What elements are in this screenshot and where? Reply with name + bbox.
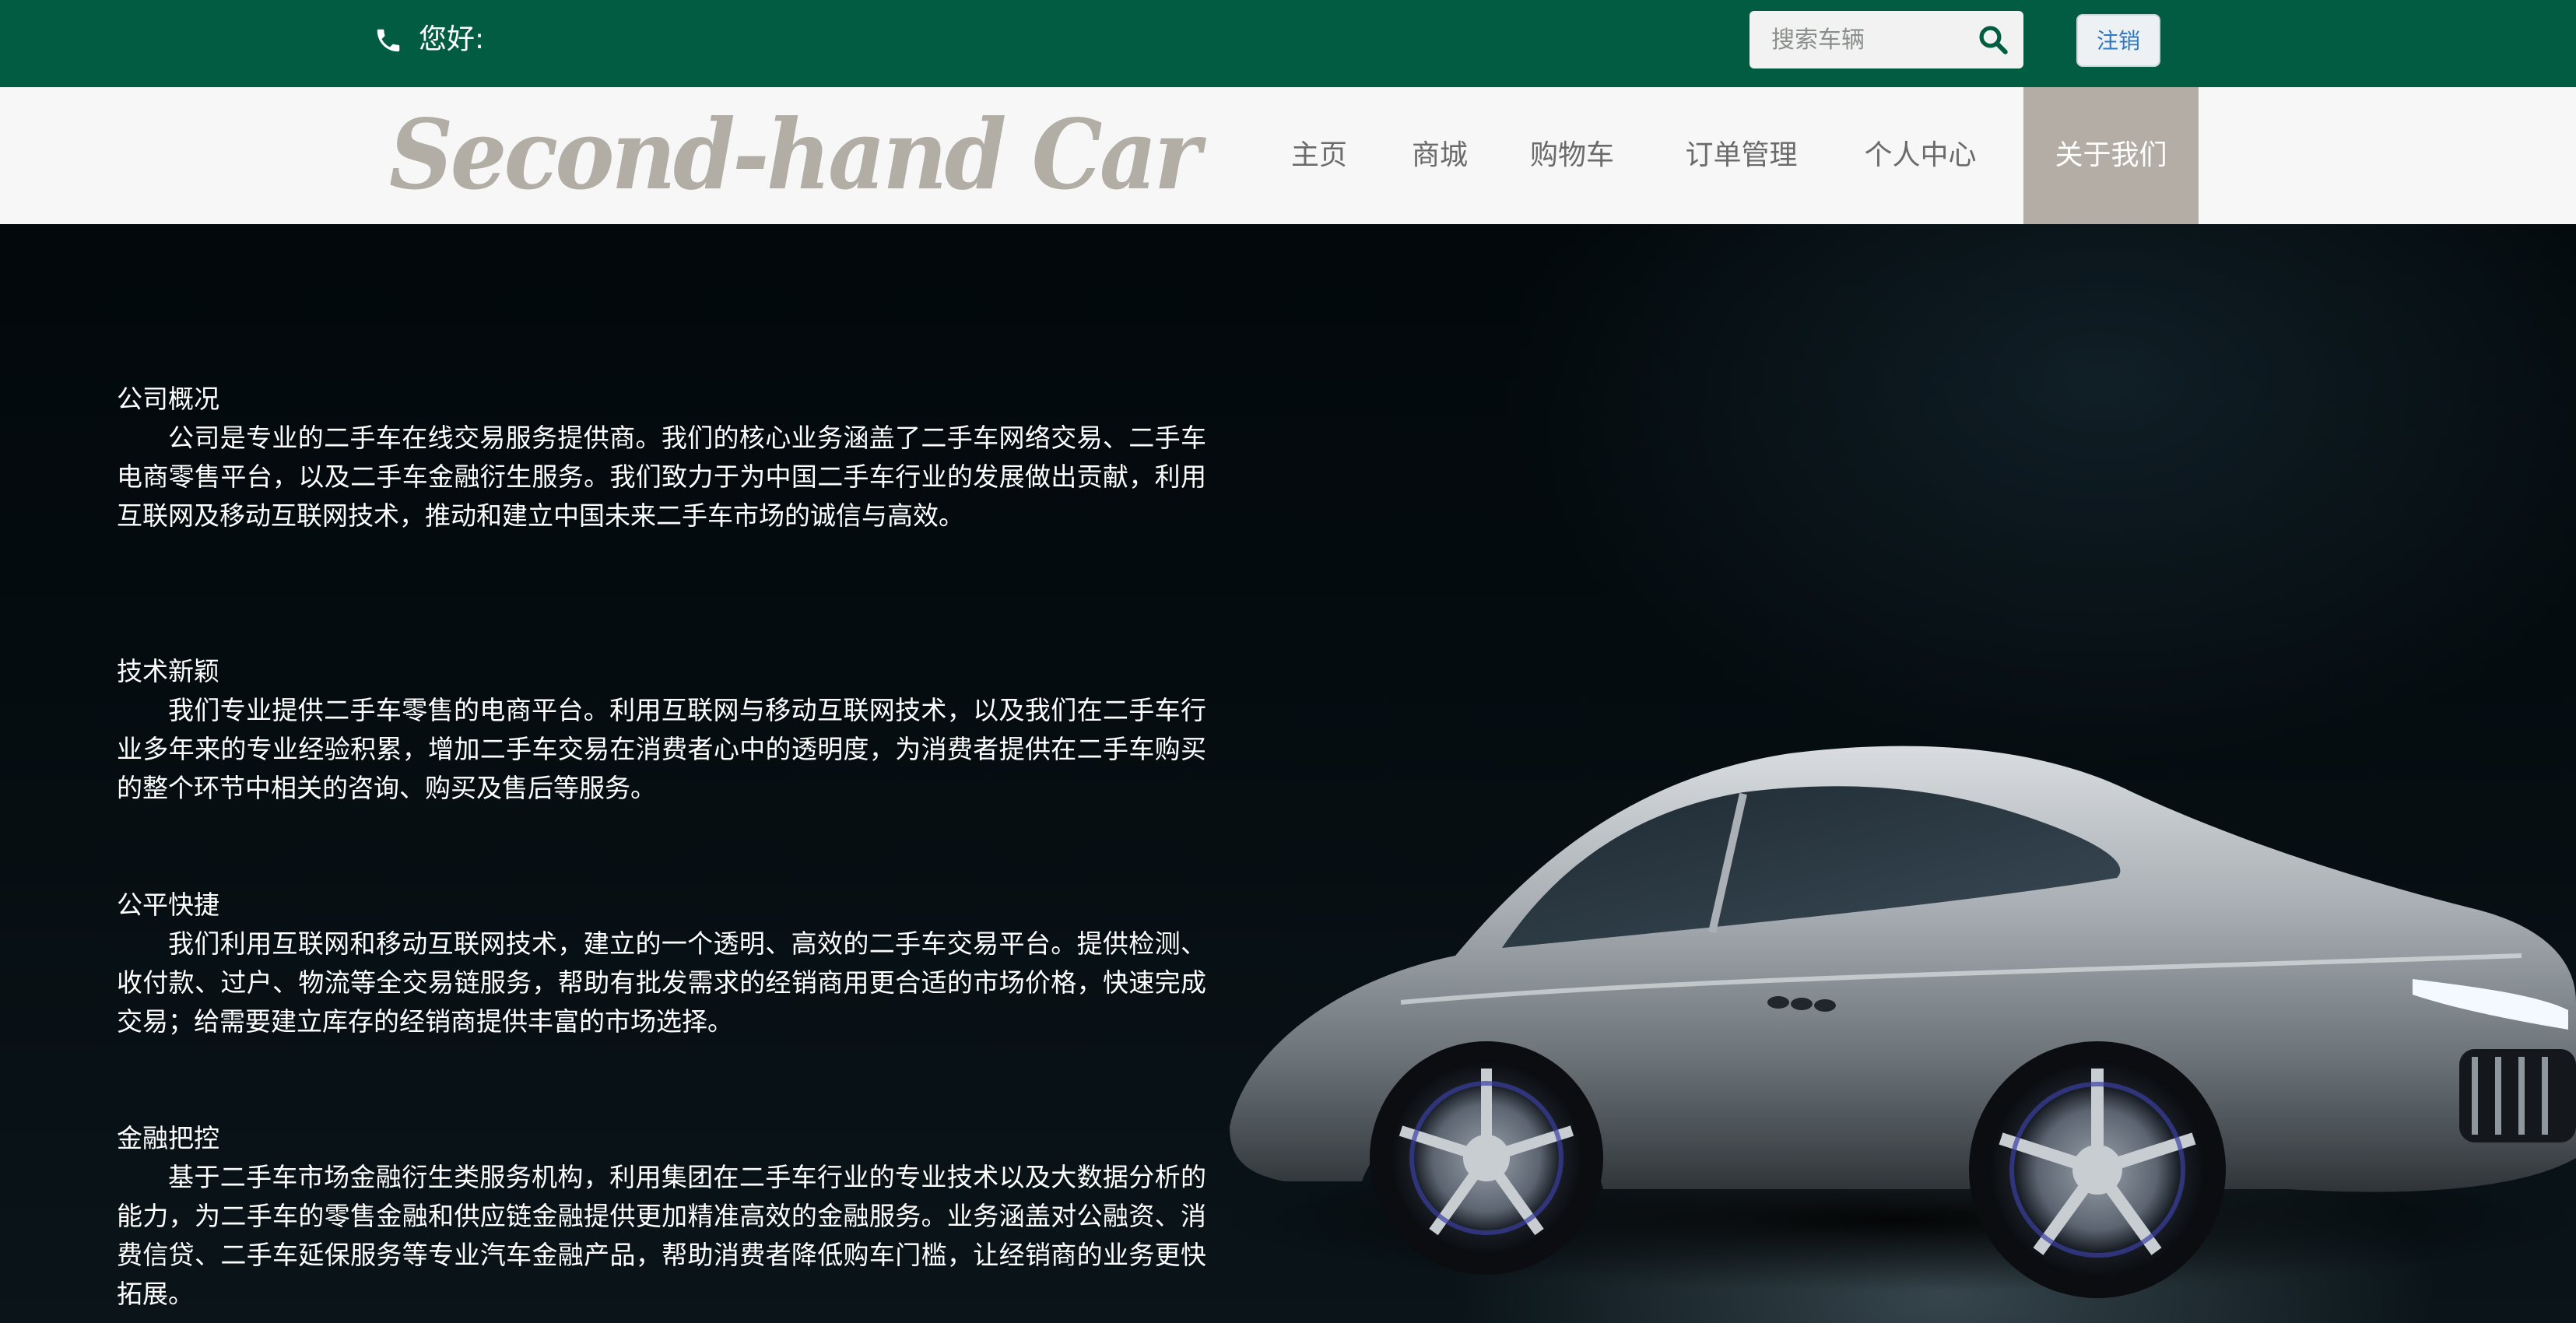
nav-item-cart[interactable]: 购物车 (1502, 87, 1642, 224)
about-section-fairness: 公平快捷 我们利用互联网和移动互联网技术，建立的一个透明、高效的二手车交易平台。… (117, 886, 1206, 1041)
about-section-finance: 金融把控 基于二手车市场金融衍生类服务机构，利用集团在二手车行业的专业技术以及大… (117, 1119, 1206, 1314)
greeting-text: 您好: (419, 23, 485, 55)
section-body: 基于二手车市场金融衍生类服务机构，利用集团在二手车行业的专业技术以及大数据分析的… (117, 1162, 1206, 1309)
about-hero: 公司概况 公司是专业的二手车在线交易服务提供商。我们的核心业务涵盖了二手车网络交… (0, 224, 2576, 1323)
search-box (1750, 11, 2023, 68)
section-body: 我们专业提供二手车零售的电商平台。利用互联网与移动互联网技术，以及我们在二手车行… (117, 695, 1206, 803)
nav-item-mall[interactable]: 商城 (1381, 87, 1498, 224)
nav-item-profile[interactable]: 个人中心 (1833, 87, 2008, 224)
section-title: 公司概况 (117, 384, 219, 414)
nav-item-about[interactable]: 关于我们 (2023, 87, 2199, 224)
about-section-technology: 技术新颖 我们专业提供二手车零售的电商平台。利用互联网与移动互联网技术，以及我们… (117, 652, 1206, 808)
phone-icon (377, 29, 400, 52)
section-body: 公司是专业的二手车在线交易服务提供商。我们的核心业务涵盖了二手车网络交易、二手车… (117, 423, 1206, 531)
car-image (1214, 746, 2576, 1298)
section-body: 我们利用互联网和移动互联网技术，建立的一个透明、高效的二手车交易平台。提供检测、… (117, 928, 1206, 1037)
top-bar: 您好: 注销 (0, 0, 2576, 87)
search-input[interactable] (1750, 11, 1967, 68)
nav-item-orders[interactable]: 订单管理 (1654, 87, 1829, 224)
about-section-overview: 公司概况 公司是专业的二手车在线交易服务提供商。我们的核心业务涵盖了二手车网络交… (117, 380, 1206, 535)
site-logo[interactable]: Second-hand Car (389, 93, 1201, 218)
nav-bar: Second-hand Car 主页 商城 购物车 订单管理 个人中心 关于我们 (0, 87, 2576, 224)
search-icon[interactable] (1977, 23, 2009, 56)
section-title: 金融把控 (117, 1123, 219, 1153)
section-title: 技术新颖 (117, 656, 219, 686)
section-title: 公平快捷 (117, 890, 219, 920)
logout-button[interactable]: 注销 (2076, 14, 2160, 67)
nav-item-home[interactable]: 主页 (1261, 87, 1377, 224)
